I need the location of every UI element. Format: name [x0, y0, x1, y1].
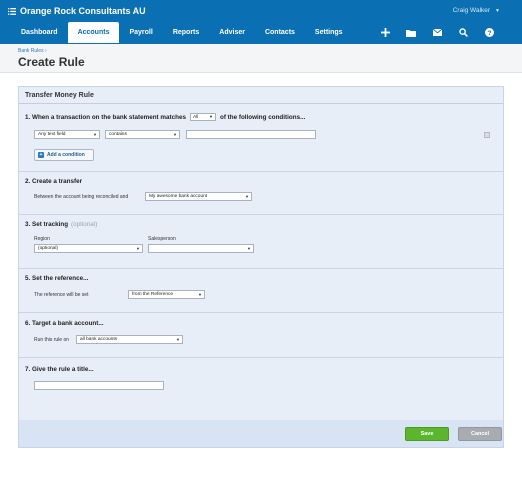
nav-contacts[interactable]: Contacts	[255, 22, 305, 43]
menu-icon	[8, 7, 16, 15]
org-name: Orange Rock Consultants AU	[20, 6, 146, 16]
add-condition-button[interactable]: + Add a condition	[34, 149, 94, 161]
user-name: Craig Walker	[452, 7, 491, 14]
panel-title: Transfer Money Rule	[25, 92, 94, 99]
dropdown-arrow-icon: ▼	[198, 292, 202, 297]
section-7-title: 7. Give the rule a title...	[25, 366, 94, 373]
main-nav: Dashboard Accounts Payroll Reports Advis…	[11, 22, 353, 43]
breadcrumb[interactable]: Bank Rules ›	[18, 48, 47, 54]
add-condition-label: Add a condition	[47, 152, 85, 158]
transfer-label: Between the account being reconciled and	[34, 194, 129, 200]
svg-text:?: ?	[487, 30, 491, 37]
dropdown-arrow-icon: ▼	[245, 194, 249, 199]
section-3-title: 3. Set tracking (optional)	[25, 221, 97, 228]
match-type-select[interactable]: All ▼	[189, 113, 216, 121]
condition-field-select[interactable]: Any text field ▼	[34, 130, 100, 139]
dropdown-arrow-icon: ▼	[93, 132, 97, 137]
section-3-title-text: 3. Set tracking	[25, 221, 69, 228]
condition-field-value: Any text field	[38, 132, 66, 137]
transfer-account-value: My awesome bank account	[149, 194, 208, 199]
user-menu[interactable]: Craig Walker ▼	[453, 7, 500, 14]
reference-value: from the Reference	[132, 292, 174, 297]
dropdown-arrow-icon: ▼	[247, 246, 251, 251]
region-select[interactable]: (optional) ▼	[34, 244, 143, 253]
section-2-title: 2. Create a transfer	[25, 178, 83, 185]
top-header: Orange Rock Consultants AU Craig Walker …	[0, 0, 522, 44]
page-title: Create Rule	[18, 55, 85, 69]
section-divider	[19, 268, 503, 269]
nav-settings[interactable]: Settings	[305, 22, 353, 43]
plus-icon[interactable]	[372, 22, 398, 43]
cancel-button[interactable]: Cancel	[458, 427, 502, 441]
remove-condition-icon[interactable]	[484, 132, 490, 138]
section-1-title-b: of the following conditions...	[219, 113, 306, 121]
nav-adviser[interactable]: Adviser	[209, 22, 255, 43]
reference-label: The reference will be set	[34, 292, 89, 298]
section-divider	[19, 214, 503, 215]
help-icon[interactable]: ?	[476, 22, 502, 43]
section-6-title: 6. Target a bank account...	[25, 320, 104, 327]
dropdown-arrow-icon: ▼	[209, 114, 213, 119]
section-divider	[19, 357, 503, 358]
dropdown-arrow-icon: ▼	[173, 132, 177, 137]
header-icons: ?	[372, 22, 502, 43]
optional-hint: (optional)	[71, 221, 98, 228]
folder-icon[interactable]	[398, 22, 424, 43]
condition-operator-select[interactable]: contains ▼	[105, 130, 180, 139]
plus-icon: +	[38, 152, 44, 158]
caret-down-icon: ▼	[495, 7, 500, 14]
condition-text-input[interactable]	[186, 130, 316, 139]
salesperson-select[interactable]: ▼	[148, 244, 254, 253]
salesperson-label: Salesperson	[148, 236, 176, 242]
save-button[interactable]: Save	[405, 427, 449, 441]
region-value: (optional)	[38, 246, 58, 251]
search-icon[interactable]	[450, 22, 476, 43]
dropdown-arrow-icon: ▼	[136, 246, 140, 251]
section-divider	[19, 312, 503, 313]
target-account-select[interactable]: all bank accounts ▼	[76, 335, 183, 344]
nav-accounts[interactable]: Accounts	[67, 22, 120, 43]
mail-icon[interactable]	[424, 22, 450, 43]
panel-divider	[19, 103, 503, 104]
match-type-value: All	[192, 114, 199, 120]
section-divider	[19, 171, 503, 172]
nav-payroll[interactable]: Payroll	[119, 22, 162, 43]
target-account-value: all bank accounts	[80, 337, 118, 342]
nav-dashboard[interactable]: Dashboard	[11, 22, 68, 43]
rule-title-input[interactable]	[34, 381, 164, 390]
reference-select[interactable]: from the Reference ▼	[128, 290, 205, 299]
section-5-title: 5. Set the reference...	[25, 275, 89, 282]
section-1-title-a: 1. When a transaction on the bank statem…	[25, 113, 186, 121]
rule-form-panel: Transfer Money Rule 1. When a transactio…	[18, 86, 504, 448]
condition-operator-value: contains	[109, 132, 127, 137]
dropdown-arrow-icon: ▼	[176, 337, 180, 342]
transfer-account-select[interactable]: My awesome bank account ▼	[145, 192, 252, 201]
region-label: Region	[34, 236, 50, 242]
nav-reports[interactable]: Reports	[163, 22, 209, 43]
section-1-title: 1. When a transaction on the bank statem…	[25, 113, 305, 121]
target-account-label: Run this rule on	[34, 337, 70, 343]
org-switcher[interactable]: Orange Rock Consultants AU	[8, 5, 146, 17]
